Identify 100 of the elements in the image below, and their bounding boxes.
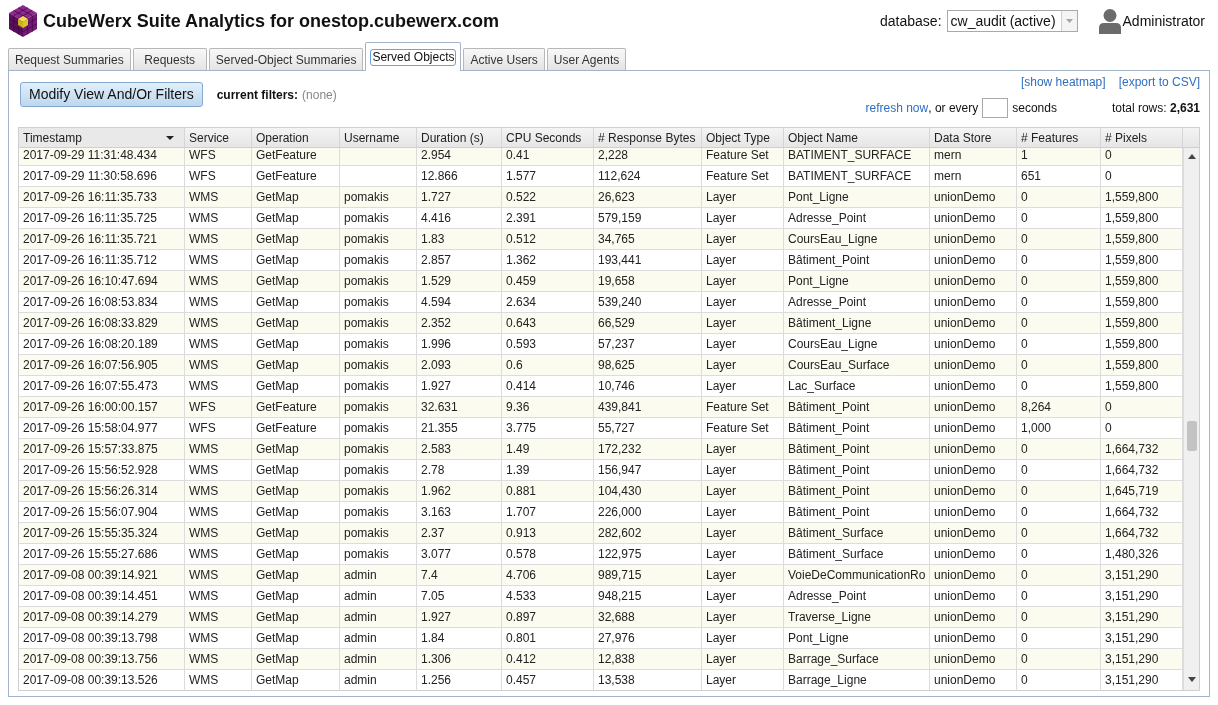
column-header[interactable]: # Pixels [1101, 128, 1183, 147]
table-cell: WMS [185, 502, 252, 523]
table-cell: 2017-09-29 11:31:48.434 [19, 148, 185, 166]
table-cell: pomakis [340, 418, 417, 439]
column-header[interactable]: CPU Seconds [502, 128, 594, 147]
table-cell: 1.962 [417, 481, 502, 502]
tab[interactable]: Active Users [463, 48, 545, 70]
table-cell: 32,688 [594, 607, 702, 628]
tab[interactable]: Served Objects [365, 42, 462, 71]
column-header[interactable]: Data Store [930, 128, 1017, 147]
table-cell: 4.416 [417, 208, 502, 229]
table-cell: WMS [185, 376, 252, 397]
table-cell: WMS [185, 313, 252, 334]
table-cell: 282,602 [594, 523, 702, 544]
table-cell: GetMap [252, 523, 340, 544]
table-cell: 156,947 [594, 460, 702, 481]
table-cell: 122,975 [594, 544, 702, 565]
scroll-down-arrow-icon[interactable] [1187, 677, 1196, 682]
table-cell: WMS [185, 187, 252, 208]
column-header[interactable]: Timestamp [19, 128, 185, 147]
table-cell: Barrage_Surface [784, 649, 930, 670]
scrollbar-track[interactable] [1183, 148, 1199, 690]
table-cell: 2017-09-26 15:58:04.977 [19, 418, 185, 439]
table-cell: admin [340, 565, 417, 586]
table-cell: unionDemo [930, 523, 1017, 544]
table-cell: Layer [702, 649, 784, 670]
table-cell: 1.529 [417, 271, 502, 292]
cube-logo-icon [8, 4, 38, 38]
table-cell: Layer [702, 250, 784, 271]
refresh-link[interactable]: refresh now [865, 99, 929, 117]
tab[interactable]: Request Summaries [8, 48, 131, 70]
table-cell: 0 [1101, 418, 1183, 439]
table-cell: pomakis [340, 355, 417, 376]
table-cell: WMS [185, 460, 252, 481]
table-cell: 12.866 [417, 166, 502, 187]
table-cell: unionDemo [930, 250, 1017, 271]
table-cell: Layer [702, 376, 784, 397]
action-link[interactable]: [show heatmap] [1020, 75, 1106, 89]
table-cell: 2017-09-26 16:08:53.834 [19, 292, 185, 313]
column-header[interactable]: Username [340, 128, 417, 147]
table-cell: 193,441 [594, 250, 702, 271]
table-cell: GetMap [252, 355, 340, 376]
sort-caret-icon [166, 135, 174, 140]
scroll-up-arrow-icon[interactable] [1187, 154, 1196, 159]
table-cell: 2.583 [417, 439, 502, 460]
table-cell: 1.83 [417, 229, 502, 250]
table-cell: CoursEau_Ligne [784, 229, 930, 250]
column-header[interactable]: Service [185, 128, 252, 147]
table-cell: Layer [702, 313, 784, 334]
tab[interactable]: User Agents [546, 48, 627, 70]
table-cell: 1,000 [1017, 418, 1101, 439]
column-header[interactable]: Object Name [784, 128, 930, 147]
column-header[interactable]: # Features [1017, 128, 1101, 147]
table-cell: 0.643 [502, 313, 594, 334]
table-cell: WFS [185, 148, 252, 166]
table-cell: 2017-09-08 00:39:13.756 [19, 649, 185, 670]
table-cell: 2017-09-08 00:39:14.279 [19, 607, 185, 628]
table-cell: 0.41 [502, 148, 594, 166]
column-header[interactable]: Operation [252, 128, 340, 147]
table-cell: 1.84 [417, 628, 502, 649]
column-header[interactable]: Duration (s) [417, 128, 502, 147]
table-cell: WMS [185, 649, 252, 670]
table-cell: 3,151,290 [1101, 586, 1183, 607]
table-cell: 226,000 [594, 502, 702, 523]
table-cell: Feature Set [702, 397, 784, 418]
user-name[interactable]: Administrator [1122, 10, 1205, 32]
table-cell: unionDemo [930, 208, 1017, 229]
table-cell: 2.78 [417, 460, 502, 481]
table-cell: 539,240 [594, 292, 702, 313]
modify-filters-button[interactable]: Modify View And/Or Filters [20, 82, 203, 107]
database-select[interactable]: cw_audit (active) [946, 10, 1078, 32]
table-cell: GetFeature [252, 166, 340, 187]
table-cell: 1,645,719 [1101, 481, 1183, 502]
table-cell: Layer [702, 271, 784, 292]
table-cell: GetMap [252, 439, 340, 460]
tab[interactable]: Served-Object Summaries [208, 48, 364, 70]
table-cell: 27,976 [594, 628, 702, 649]
table-cell: 0 [1017, 229, 1101, 250]
action-link[interactable]: [export to CSV] [1118, 75, 1200, 89]
table-cell: 2.391 [502, 208, 594, 229]
table-cell: 3.775 [502, 418, 594, 439]
table-cell: 32.631 [417, 397, 502, 418]
table-cell: 9.36 [502, 397, 594, 418]
table-cell: 1.707 [502, 502, 594, 523]
table-cell: pomakis [340, 502, 417, 523]
interval-input-field[interactable] [982, 98, 1009, 118]
tab[interactable]: Requests [132, 48, 207, 70]
column-header[interactable]: Object Type [702, 128, 784, 147]
table-cell: BATIMENT_SURFACE [784, 148, 930, 166]
user-silhouette-icon [1098, 8, 1121, 34]
table-cell: GetMap [252, 208, 340, 229]
table-cell: 1,559,800 [1101, 376, 1183, 397]
table-cell: 0 [1017, 208, 1101, 229]
table-cell: 0 [1101, 397, 1183, 418]
table-cell: 2017-09-08 00:39:14.451 [19, 586, 185, 607]
table-cell: WMS [185, 586, 252, 607]
table-cell: 0 [1017, 607, 1101, 628]
table-cell: unionDemo [930, 271, 1017, 292]
scrollbar-thumb[interactable] [1186, 421, 1197, 451]
column-header[interactable]: # Response Bytes [594, 128, 702, 147]
